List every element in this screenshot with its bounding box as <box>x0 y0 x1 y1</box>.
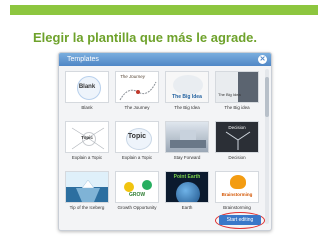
template-caption: Decision <box>228 155 246 160</box>
template-thumb-text: GROW <box>128 192 146 198</box>
journey-path-icon <box>119 81 157 101</box>
template-thumb-text: Topic <box>127 133 147 140</box>
template-tile[interactable]: Stay Forward <box>165 121 209 160</box>
start-editing-button[interactable]: Start editing <box>219 215 261 225</box>
template-tile[interactable]: Decision Decision <box>215 121 259 160</box>
template-thumbnail: The Big Idea <box>165 71 209 103</box>
template-caption: Tip of the Iceberg <box>69 205 105 210</box>
template-caption: Blank <box>81 105 93 110</box>
template-caption: Explain a Topic <box>71 155 103 160</box>
close-icon[interactable]: ✕ <box>258 55 267 64</box>
template-thumbnail: The Big Idea <box>215 71 259 103</box>
template-caption: Stay Forward <box>173 155 201 160</box>
template-thumbnail: Blank <box>65 71 109 103</box>
template-thumbnail <box>65 171 109 203</box>
iceberg-icon <box>76 179 100 202</box>
templates-dialog: Templates ✕ Blank Blank The Journey The … <box>58 52 272 231</box>
slide-top-bar <box>10 5 318 15</box>
template-thumb-text: Point Earth <box>173 174 201 180</box>
template-caption: Explain a Topic <box>121 155 153 160</box>
dialog-title: Templates <box>67 56 99 63</box>
template-caption: The Big Idea <box>174 105 200 110</box>
template-thumb-text: The Big Idea <box>218 92 241 97</box>
template-tile[interactable]: Brainstorming Brainstorming <box>215 171 259 210</box>
template-caption: The Big idea <box>224 105 250 110</box>
template-thumb-text: The Big Idea <box>172 94 202 100</box>
template-tile[interactable]: The Big Idea The Big idea <box>215 71 259 110</box>
template-caption: The Journey <box>124 105 150 110</box>
template-thumb-text: Brainstorming <box>221 192 253 197</box>
slide-title: Elegir la plantilla que más le agrade. <box>33 30 257 45</box>
scrollbar-thumb[interactable] <box>265 77 269 117</box>
template-thumbnail <box>165 121 209 153</box>
template-thumbnail: Brainstorming <box>215 171 259 203</box>
template-thumb-text: Blank <box>78 84 96 90</box>
template-caption: Brainstorming <box>223 205 251 210</box>
template-tile[interactable]: GROW Growth Opportunity <box>115 171 159 210</box>
template-tile[interactable]: Tip of the Iceberg <box>65 171 109 210</box>
template-thumbnail: GROW <box>115 171 159 203</box>
template-tile[interactable]: Topic Explain a Topic <box>65 121 109 160</box>
template-caption: Earth <box>181 205 193 210</box>
template-thumbnail: Point Earth <box>165 171 209 203</box>
template-thumbnail: Topic <box>65 121 109 153</box>
template-thumbnail: Topic <box>115 121 159 153</box>
template-caption: Growth Opportunity <box>117 205 157 210</box>
template-tile[interactable]: The Big Idea The Big Idea <box>165 71 209 110</box>
templates-grid: Blank Blank The Journey The Journey The … <box>65 71 259 225</box>
template-tile[interactable]: The Journey The Journey <box>115 71 159 110</box>
template-tile[interactable]: Point Earth Earth <box>165 171 209 210</box>
template-thumbnail: Decision <box>215 121 259 153</box>
template-tile[interactable]: Blank Blank <box>65 71 109 110</box>
template-tile[interactable]: Topic Explain a Topic <box>115 121 159 160</box>
decision-arrows-icon <box>225 131 251 150</box>
template-thumbnail: The Journey <box>115 71 159 103</box>
dialog-header: Templates ✕ <box>59 53 271 66</box>
templates-scrollbar[interactable] <box>265 69 269 224</box>
template-thumb-text: Topic <box>81 135 93 140</box>
